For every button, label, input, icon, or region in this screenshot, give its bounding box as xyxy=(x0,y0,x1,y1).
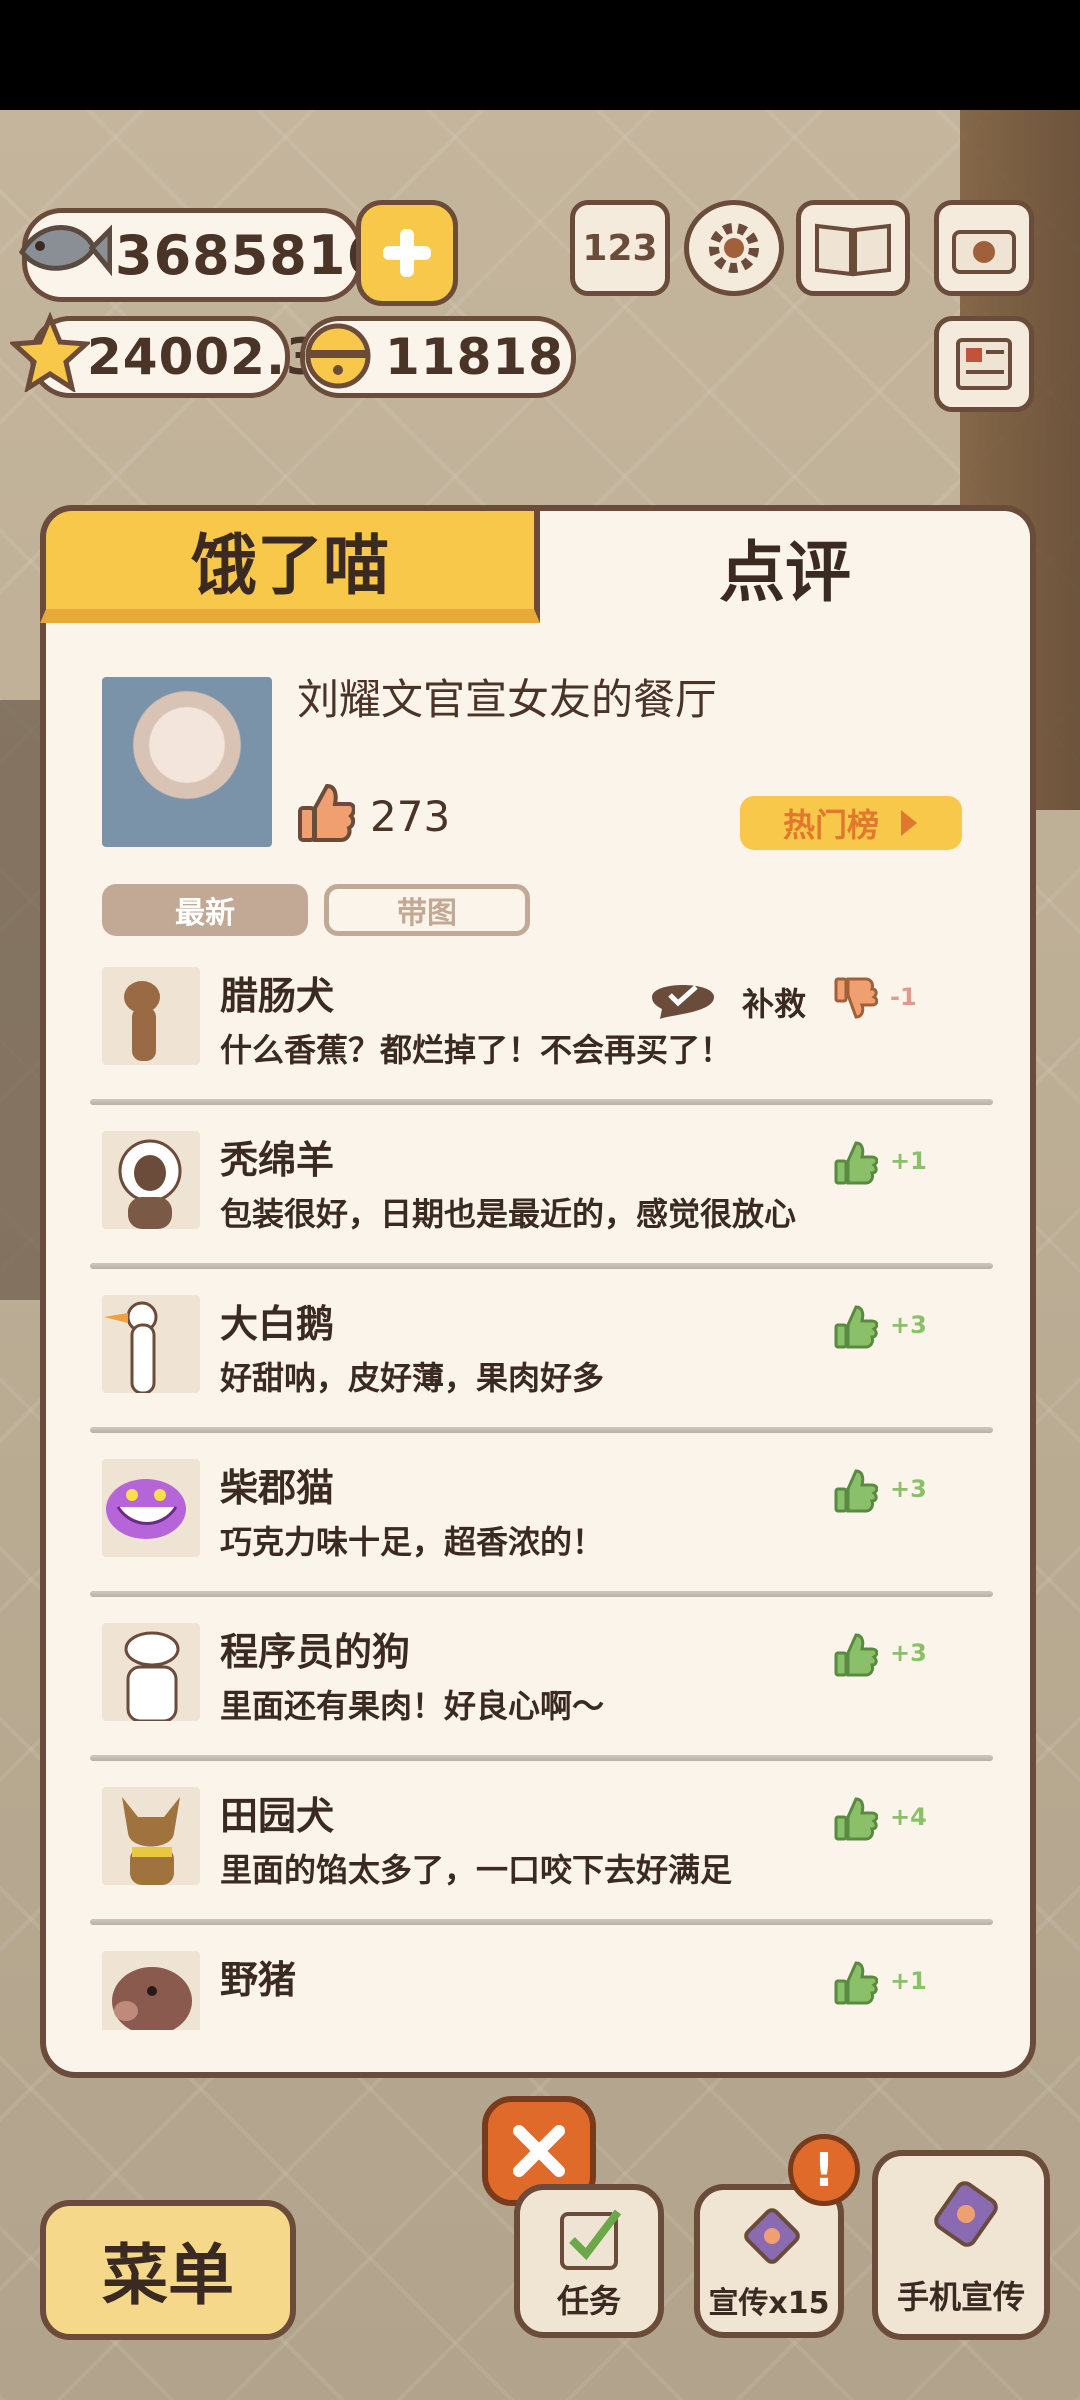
review-row: 柴郡猫 巧克力味十足，超香浓的！ +3 xyxy=(88,1447,993,1611)
reviewer-avatar xyxy=(102,1951,200,2030)
tab-reviews[interactable]: 点评 xyxy=(540,505,1036,623)
review-score: +3 xyxy=(890,1475,927,1503)
arrow-right-icon xyxy=(901,810,917,836)
bell-count: 11818 xyxy=(385,328,564,386)
review-row: 田园犬 里面的馅太多了，一口咬下去好满足 +4 xyxy=(88,1775,993,1939)
reviewer-avatar xyxy=(102,1623,200,1721)
row-divider xyxy=(90,1755,993,1761)
review-score: +1 xyxy=(890,1147,927,1175)
review-score: +3 xyxy=(890,1639,927,1667)
thumbs-up-icon xyxy=(834,1141,878,1185)
star-count: 24002.3 xyxy=(87,328,322,386)
reviewer-avatar xyxy=(102,1295,200,1393)
rank-icon: 123 xyxy=(582,227,658,269)
restaurant-name: 刘耀文官宣女友的餐厅 xyxy=(297,675,718,724)
thumbs-up-icon xyxy=(834,1797,878,1841)
menu-label: 菜单 xyxy=(102,2237,234,2314)
menu-button[interactable]: 菜单 xyxy=(40,2200,296,2340)
bell-icon xyxy=(305,323,371,389)
thumbs-up-icon xyxy=(834,1633,878,1677)
review-row: 程序员的狗 里面还有果肉！好良心啊～ +3 xyxy=(88,1611,993,1775)
newspaper-button[interactable] xyxy=(934,316,1034,412)
row-divider xyxy=(90,1427,993,1433)
row-divider xyxy=(90,1263,993,1269)
thumbs-down-icon xyxy=(834,977,878,1019)
like-count: 273 xyxy=(370,792,451,841)
flyer-icon xyxy=(744,2208,800,2264)
rank-button[interactable]: 123 xyxy=(570,200,670,296)
reviewer-avatar xyxy=(102,967,200,1065)
camera-button[interactable] xyxy=(934,200,1034,296)
notification-badge: ! xyxy=(788,2134,860,2206)
hot-rank-button[interactable]: 热门榜 xyxy=(740,796,962,850)
thumbs-up-icon xyxy=(298,783,355,842)
settings-button[interactable] xyxy=(684,200,784,296)
remedy-button[interactable]: 补救 xyxy=(742,979,806,1025)
reviewer-avatar xyxy=(102,1459,200,1557)
review-text: 好甜呐，皮好薄，果肉好多 xyxy=(220,1359,605,1397)
thumbs-up-icon xyxy=(834,1961,878,2005)
reviewer-name: 大白鹅 xyxy=(220,1302,335,1346)
reviewer-name: 田园犬 xyxy=(220,1794,335,1838)
review-text: 巧克力味十足，超香浓的！ xyxy=(220,1523,605,1561)
row-divider xyxy=(90,1591,993,1597)
reviewer-name: 柴郡猫 xyxy=(220,1466,335,1510)
reviewer-name: 腊肠犬 xyxy=(220,974,335,1018)
phone-promotion-label: 手机宣传 xyxy=(896,2278,1025,2316)
review-score: +3 xyxy=(890,1311,927,1339)
reviewer-name: 程序员的狗 xyxy=(220,1630,411,1674)
newspaper-icon xyxy=(956,338,1012,390)
review-text: 里面的馅太多了，一口咬下去好满足 xyxy=(220,1851,733,1889)
review-text: 什么香蕉？都烂掉了！不会再买了！ xyxy=(220,1031,733,1069)
fish-count: 3685816 xyxy=(115,223,386,287)
camera-icon xyxy=(952,230,1016,274)
review-text: 包装很好，日期也是最近的，感觉很放心 xyxy=(220,1195,797,1233)
reviewer-name: 野猪 xyxy=(220,1958,297,2002)
cookbook-button[interactable] xyxy=(796,200,910,296)
filter-latest[interactable]: 最新 xyxy=(102,884,308,936)
tab-hungry-meow[interactable]: 饿了喵 xyxy=(40,505,540,623)
plus-icon xyxy=(383,229,431,277)
status-bar xyxy=(0,0,1080,110)
phone-promotion-button[interactable]: 手机宣传 xyxy=(872,2150,1050,2340)
hot-rank-label: 热门榜 xyxy=(782,806,879,844)
review-row: 大白鹅 好甜呐，皮好薄，果肉好多 +3 xyxy=(88,1283,993,1447)
promotion-button[interactable]: 宣传x15 xyxy=(694,2184,844,2338)
promotion-label: 宣传x15 xyxy=(708,2286,830,2321)
fish-icon xyxy=(18,224,112,277)
row-divider xyxy=(90,1099,993,1105)
book-icon xyxy=(815,223,891,277)
reviewer-avatar xyxy=(102,1131,200,1229)
reviewer-name: 秃绵羊 xyxy=(220,1138,335,1182)
review-row: 腊肠犬 什么香蕉？都烂掉了！不会再买了！ 补救 -1 xyxy=(88,955,993,1119)
thumbs-up-icon xyxy=(834,1305,878,1349)
filter-with-pictures[interactable]: 带图 xyxy=(324,884,530,936)
review-score: -1 xyxy=(890,983,917,1011)
remedy-icon[interactable] xyxy=(648,973,718,1021)
thumbs-up-icon xyxy=(834,1469,878,1513)
add-fish-button[interactable] xyxy=(356,200,458,306)
row-divider xyxy=(90,1919,993,1925)
review-list[interactable]: 腊肠犬 什么香蕉？都烂掉了！不会再买了！ 补救 -1 秃绵羊 包装很好，日期也是… xyxy=(88,955,993,2030)
review-row: 秃绵羊 包装很好，日期也是最近的，感觉很放心 +1 xyxy=(88,1119,993,1283)
close-icon xyxy=(513,2125,565,2177)
review-score: +1 xyxy=(890,1967,927,1995)
reviewer-avatar xyxy=(102,1787,200,1885)
tasks-button[interactable]: 任务 xyxy=(514,2184,664,2338)
tasks-label: 任务 xyxy=(556,2282,621,2320)
review-text: 里面还有果肉！好良心啊～ xyxy=(220,1687,605,1725)
review-row: 野猪 +1 xyxy=(88,1939,993,2030)
review-score: +4 xyxy=(890,1803,927,1831)
star-icon xyxy=(10,312,90,392)
restaurant-avatar xyxy=(102,677,272,847)
gear-icon xyxy=(709,223,759,273)
checklist-icon xyxy=(560,2209,622,2270)
phone-icon xyxy=(934,2181,998,2247)
